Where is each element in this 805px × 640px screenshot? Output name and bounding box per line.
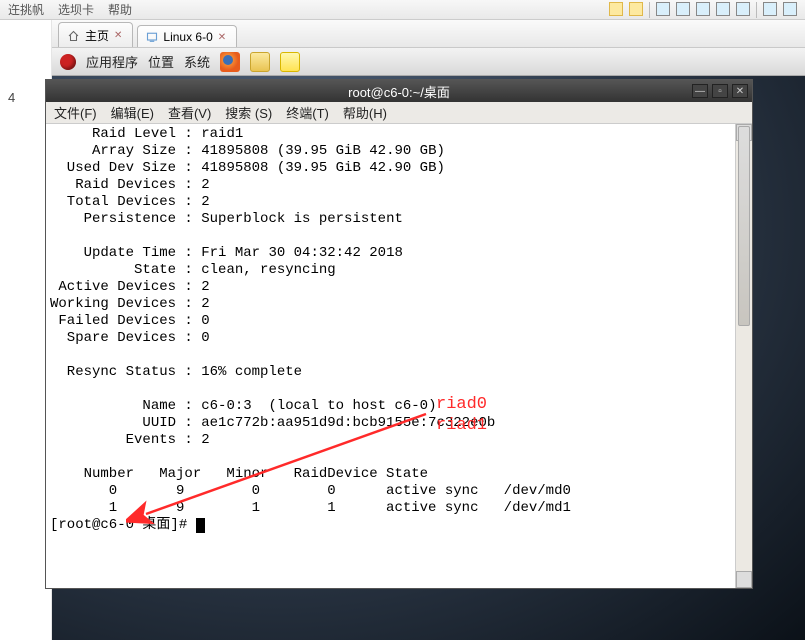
gnome-panel: 应用程序 位置 系统 xyxy=(52,48,805,76)
terminal-body[interactable]: Raid Level : raid1 Array Size : 41895808… xyxy=(46,124,752,588)
maximize-button[interactable]: ▫ xyxy=(712,84,728,98)
places-menu[interactable]: 位置 xyxy=(148,52,174,71)
toolbar-icon-5[interactable] xyxy=(736,2,750,16)
toolbar-icon-4[interactable] xyxy=(716,2,730,16)
menu-help[interactable]: 帮助(H) xyxy=(343,103,387,122)
nautilus-icon[interactable] xyxy=(250,52,270,72)
vm-icon xyxy=(146,31,158,43)
table-row: 1 9 1 1 active sync /dev/md1 xyxy=(50,500,571,516)
terminal-menubar: 文件(F) 编辑(E) 查看(V) 搜索 (S) 终端(T) 帮助(H) xyxy=(46,102,752,124)
menu-file[interactable]: 文件(F) xyxy=(54,103,97,122)
close-icon[interactable]: ✕ xyxy=(114,30,122,41)
toolbar-icon-1[interactable] xyxy=(656,2,670,16)
toolbar-icon-3[interactable] xyxy=(696,2,710,16)
terminal-output: Raid Level : raid1 Array Size : 41895808… xyxy=(46,124,752,536)
close-button[interactable]: ✕ xyxy=(732,84,748,98)
close-icon[interactable]: ✕ xyxy=(218,32,226,43)
scroll-down-button[interactable] xyxy=(736,571,752,588)
tab-home[interactable]: 主页 ✕ xyxy=(58,22,133,47)
table-row: 0 9 0 0 active sync /dev/md0 xyxy=(50,483,571,499)
tab-linux-label: Linux 6-0 xyxy=(163,30,212,44)
system-menu[interactable]: 系统 xyxy=(184,52,210,71)
menu-edit[interactable]: 编辑(E) xyxy=(111,103,154,122)
scrollbar[interactable] xyxy=(735,124,752,588)
host-top-toolbar: 迕挑帆 选坝卡 帮助 xyxy=(0,0,805,20)
minimize-button[interactable]: — xyxy=(692,84,708,98)
cursor xyxy=(196,518,205,533)
terminal-title: root@c6-0:~/桌面 xyxy=(348,82,450,101)
sidebar-number: 4 xyxy=(8,90,15,105)
tab-linux[interactable]: Linux 6-0 ✕ xyxy=(137,25,237,47)
play-icon[interactable] xyxy=(609,2,623,16)
toolbar-icon-6[interactable] xyxy=(763,2,777,16)
tab-home-label: 主页 xyxy=(85,27,109,44)
toolbar-icon-2[interactable] xyxy=(676,2,690,16)
terminal-titlebar[interactable]: root@c6-0:~/桌面 — ▫ ✕ xyxy=(46,80,752,102)
home-icon xyxy=(67,30,80,42)
scroll-thumb[interactable] xyxy=(738,126,750,326)
redhat-icon[interactable] xyxy=(60,54,76,70)
tab-strip: 主页 ✕ Linux 6-0 ✕ xyxy=(52,20,805,48)
applications-menu[interactable]: 应用程序 xyxy=(86,52,138,71)
host-menu-help[interactable]: 帮助 xyxy=(108,1,132,18)
terminal-window: root@c6-0:~/桌面 — ▫ ✕ 文件(F) 编辑(E) 查看(V) 搜… xyxy=(45,79,753,589)
firefox-icon[interactable] xyxy=(220,52,240,72)
toolbar-icon-7[interactable] xyxy=(783,2,797,16)
pause-icon[interactable] xyxy=(629,2,643,16)
host-menu-vm[interactable]: 迕挑帆 xyxy=(8,1,44,18)
menu-search[interactable]: 搜索 (S) xyxy=(225,103,272,122)
guest-desktop: 应用程序 位置 系统 root@c6-0:~/桌面 — ▫ ✕ 文件(F) 编辑… xyxy=(52,48,805,640)
notes-icon[interactable] xyxy=(280,52,300,72)
menu-view[interactable]: 查看(V) xyxy=(168,103,211,122)
host-menu-tabs[interactable]: 选坝卡 xyxy=(58,1,94,18)
menu-terminal[interactable]: 终端(T) xyxy=(286,103,329,122)
